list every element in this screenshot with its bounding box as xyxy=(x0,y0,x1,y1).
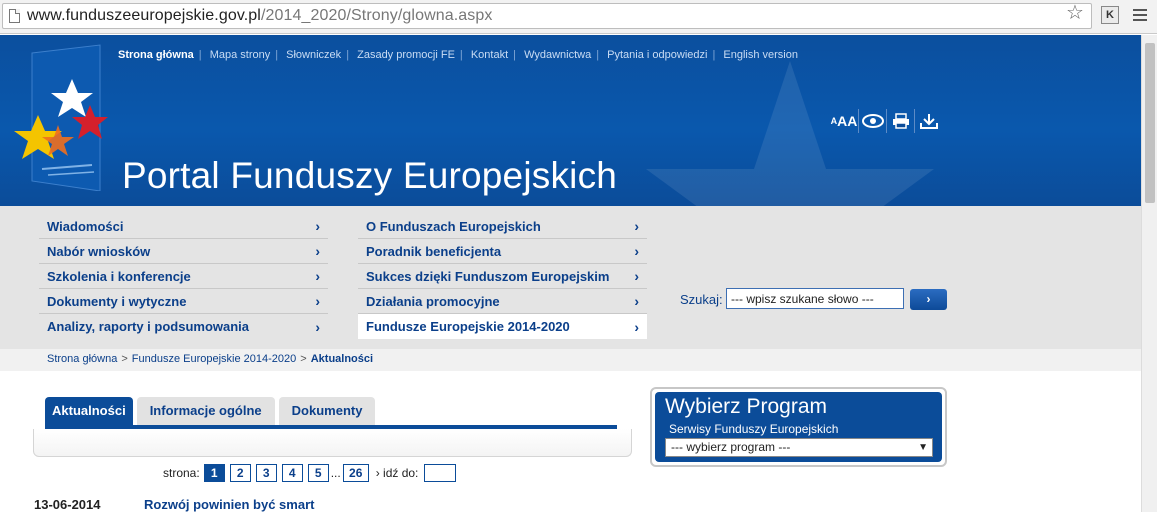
download-icon[interactable] xyxy=(914,109,942,133)
tab-documents[interactable]: Dokumenty xyxy=(278,397,376,426)
page-4[interactable]: 4 xyxy=(281,464,303,482)
chevron-right-icon: › xyxy=(315,268,320,284)
topnav-publications[interactable]: Wydawnictwa xyxy=(524,49,591,61)
scrollbar-thumb[interactable] xyxy=(1145,43,1155,203)
goto-label: › idź do: xyxy=(375,466,419,480)
chevron-right-icon: › xyxy=(634,243,639,259)
program-selector-box: Wybierz Program Serwisy Funduszy Europej… xyxy=(650,387,947,467)
topnav-promotion-rules[interactable]: Zasady promocji FE xyxy=(357,49,455,61)
page-1[interactable]: 1 xyxy=(203,464,225,482)
nav-item-trainings[interactable]: Szkolenia i konferencje › xyxy=(39,264,328,289)
nav-item-reports[interactable]: Analizy, raporty i podsumowania › xyxy=(39,314,328,339)
tab-general-info[interactable]: Informacje ogólne xyxy=(136,397,275,426)
url-text[interactable]: www.funduszeeuropejskie.gov.pl/2014_2020… xyxy=(27,7,492,25)
nav-item-news[interactable]: Wiadomości › xyxy=(39,214,328,239)
pagination: strona: 1 2 3 4 5 ... 26 › idź do: xyxy=(163,464,457,482)
browser-toolbar: www.funduszeeuropejskie.gov.pl/2014_2020… xyxy=(0,0,1157,34)
tab-panel xyxy=(33,429,632,457)
nav-column-left: Wiadomości › Nabór wniosków › Szkolenia i … xyxy=(39,214,328,339)
bookmark-star-icon[interactable]: ☆ xyxy=(1066,0,1084,25)
goto-page-input[interactable] xyxy=(424,464,457,482)
topnav-contact[interactable]: Kontakt xyxy=(471,49,508,61)
browser-menu-icon[interactable] xyxy=(1133,9,1147,21)
url-path: /2014_2020/Strony/glowna.aspx xyxy=(260,7,493,24)
page-3[interactable]: 3 xyxy=(255,464,277,482)
accessibility-tools: A AA xyxy=(830,108,942,134)
address-bar[interactable]: www.funduszeeuropejskie.gov.pl/2014_2020… xyxy=(2,3,1092,29)
program-selector-subtitle: Serwisy Funduszy Europejskich xyxy=(669,422,839,436)
nav-item-beneficiary-guide[interactable]: Poradnik beneficjenta › xyxy=(358,239,647,264)
chevron-right-icon: › xyxy=(315,318,320,335)
chevron-right-icon: › xyxy=(315,243,320,259)
news-date: 13-06-2014 xyxy=(34,497,101,512)
breadcrumb-home[interactable]: Strona główna xyxy=(47,353,117,365)
main-navigation: Wiadomości › Nabór wniosków › Szkolenia i … xyxy=(0,206,1141,349)
url-host: www.funduszeeuropejskie.gov.pl xyxy=(27,7,261,24)
chevron-right-icon: › xyxy=(634,218,639,234)
topnav-sitemap[interactable]: Mapa strony xyxy=(210,49,271,61)
search-input[interactable] xyxy=(726,288,904,309)
breadcrumb: Strona główna > Fundusze Europejskie 2014-… xyxy=(47,353,374,365)
topnav-english[interactable]: English version xyxy=(723,49,798,61)
font-size-button[interactable]: A AA xyxy=(830,109,858,133)
tab-news[interactable]: Aktualności xyxy=(45,397,133,426)
chevron-right-icon: › xyxy=(634,293,639,309)
print-icon[interactable] xyxy=(886,109,914,133)
top-navigation: Strona główna | Mapa strony | Słowniczek | … xyxy=(118,49,798,61)
page-last[interactable]: 26 xyxy=(342,464,369,482)
breadcrumb-bar: Strona główna > Fundusze Europejskie 2014-… xyxy=(0,349,1141,371)
extension-icon[interactable]: K xyxy=(1101,6,1119,24)
nav-column-right: O Funduszach Europejskich › Poradnik bene… xyxy=(358,214,647,339)
dropdown-arrow-icon: ▼ xyxy=(918,442,928,453)
nav-item-promotion[interactable]: Działania promocyjne › xyxy=(358,289,647,314)
chevron-right-icon: › xyxy=(315,293,320,309)
chevron-right-icon: › xyxy=(634,268,639,284)
breadcrumb-funds[interactable]: Fundusze Europejskie 2014-2020 xyxy=(132,353,297,365)
nav-item-funds-2014-2020[interactable]: Fundusze Europejskie 2014-2020 › xyxy=(358,314,647,339)
topnav-home[interactable]: Strona główna xyxy=(118,49,194,61)
page-2[interactable]: 2 xyxy=(229,464,251,482)
eu-funds-logo xyxy=(14,44,108,191)
chevron-right-icon: › xyxy=(634,318,639,335)
nav-item-about-funds[interactable]: O Funduszach Europejskich › xyxy=(358,214,647,239)
pager-ellipsis: ... xyxy=(330,466,341,480)
news-title-link[interactable]: Rozwój powinien być smart xyxy=(144,497,314,512)
page-scrollbar[interactable] xyxy=(1141,35,1157,512)
nav-item-calls[interactable]: Nabór wniosków › xyxy=(39,239,328,264)
nav-item-documents[interactable]: Dokumenty i wytyczne › xyxy=(39,289,328,314)
portal-title: Portal Funduszy Europejskich xyxy=(122,155,618,196)
search-button[interactable]: › xyxy=(910,289,947,310)
topnav-glossary[interactable]: Słowniczek xyxy=(286,49,341,61)
page-icon xyxy=(9,9,20,23)
contrast-eye-icon[interactable] xyxy=(858,109,886,133)
search-label: Szukaj: xyxy=(680,292,723,307)
content-tabs: Aktualności Informacje ogólne Dokumenty xyxy=(45,397,376,426)
pager-label: strona: xyxy=(163,466,200,480)
site-header: Strona główna | Mapa strony | Słowniczek | … xyxy=(0,35,1141,206)
page-5[interactable]: 5 xyxy=(307,464,329,482)
breadcrumb-current: Aktualności xyxy=(310,353,374,365)
program-selector-title: Wybierz Program xyxy=(665,395,828,418)
topnav-faq[interactable]: Pytania i odpowiedzi xyxy=(607,49,707,61)
nav-item-success-stories[interactable]: Sukces dzięki Funduszom Europejskim › xyxy=(358,264,647,289)
chevron-right-icon: › xyxy=(315,218,320,234)
program-select[interactable]: --- wybierz program --- ▼ xyxy=(665,438,933,457)
